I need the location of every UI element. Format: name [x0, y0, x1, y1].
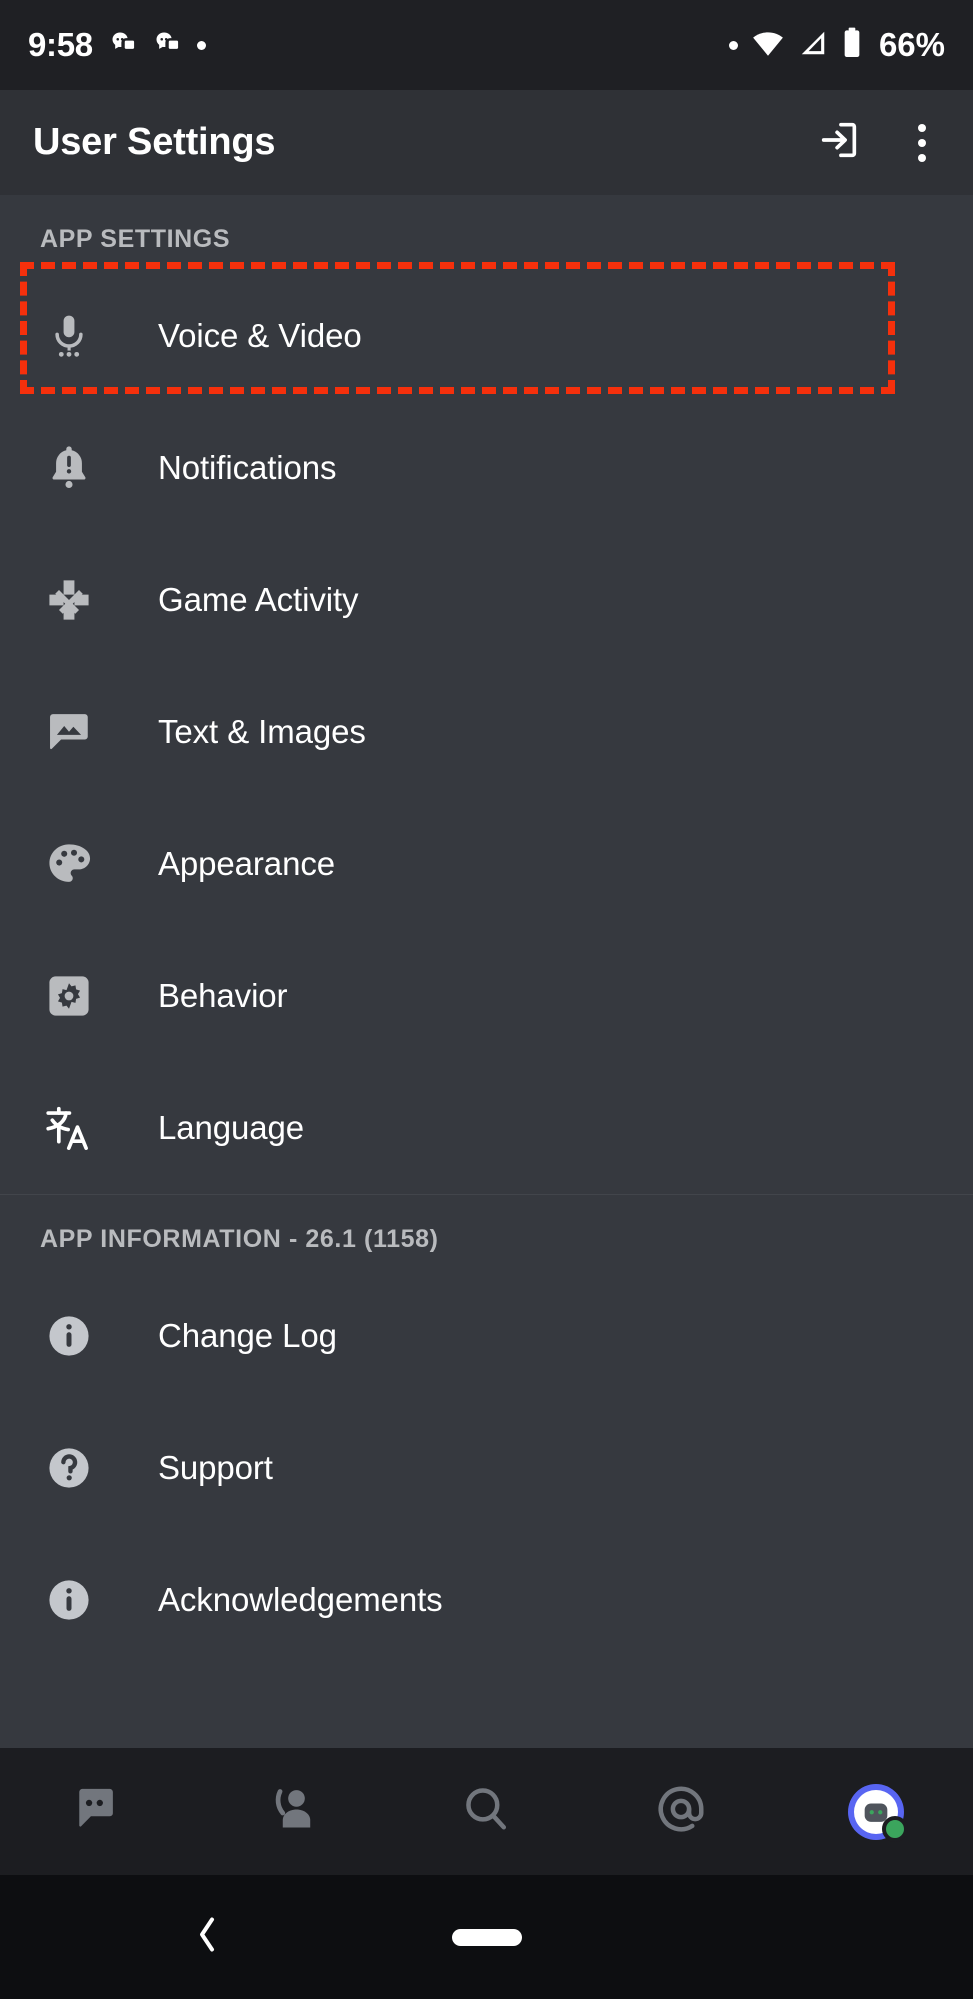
- gear-square-icon: [40, 967, 98, 1025]
- page-title: User Settings: [33, 121, 276, 163]
- settings-row-change-log[interactable]: Change Log: [0, 1270, 973, 1402]
- system-navigation-bar: [0, 1875, 973, 1999]
- settings-row-label: Notifications: [158, 449, 337, 486]
- bell-alert-icon: [40, 439, 98, 497]
- search-icon: [459, 1782, 513, 1841]
- cellular-signal-icon: [798, 28, 828, 63]
- status-bar: 9:58 66%: [0, 0, 973, 90]
- mention-at-icon: [654, 1782, 708, 1841]
- palette-icon: [40, 835, 98, 893]
- back-chevron-icon[interactable]: [193, 1911, 221, 1964]
- settings-row-voice-video[interactable]: Voice & Video: [0, 270, 973, 402]
- bottom-navigation-bar: [0, 1748, 973, 1875]
- chat-image-icon: [40, 703, 98, 761]
- settings-row-label: Language: [158, 1109, 305, 1146]
- status-bar-left: 9:58: [28, 26, 206, 64]
- online-status-indicator: [881, 1815, 908, 1842]
- app-bar-actions: [816, 116, 940, 170]
- wifi-icon: [751, 26, 785, 65]
- friends-icon: [265, 1782, 319, 1841]
- log-out-icon[interactable]: [816, 117, 862, 168]
- discord-logo-icon: [69, 1781, 125, 1842]
- home-pill-icon[interactable]: [451, 1929, 522, 1946]
- settings-row-text-images[interactable]: Text & Images: [0, 666, 973, 798]
- settings-row-support[interactable]: Support: [0, 1402, 973, 1534]
- settings-row-label: Acknowledgements: [158, 1581, 443, 1618]
- discord-notification-icon: [153, 29, 181, 62]
- settings-row-appearance[interactable]: Appearance: [0, 798, 973, 930]
- status-bar-right: 66%: [728, 26, 945, 65]
- translate-icon: [40, 1099, 98, 1157]
- section-header-app-settings: APP SETTINGS: [40, 225, 231, 253]
- settings-row-label: Appearance: [158, 845, 335, 882]
- settings-row-label: Change Log: [158, 1317, 337, 1354]
- bottom-nav-item-servers[interactable]: [0, 1748, 195, 1875]
- settings-row-acknowledgements[interactable]: Acknowledgements: [0, 1534, 973, 1666]
- settings-row-notifications[interactable]: Notifications: [0, 402, 973, 534]
- battery-percent: 66%: [878, 26, 945, 63]
- bottom-nav-item-search[interactable]: [389, 1748, 584, 1875]
- info-circle-icon: [40, 1307, 98, 1365]
- settings-row-label: Voice & Video: [158, 317, 362, 354]
- section-header-app-information: APP INFORMATION - 26.1 (1158): [40, 1225, 439, 1253]
- settings-row-label: Support: [158, 1449, 273, 1486]
- bottom-nav-item-profile[interactable]: [778, 1748, 973, 1875]
- settings-row-label: Game Activity: [158, 581, 359, 618]
- microphone-icon: [40, 307, 98, 365]
- question-circle-icon: [40, 1439, 98, 1497]
- settings-row-label: Behavior: [158, 977, 288, 1014]
- status-bar-clock: 9:58: [28, 26, 93, 63]
- phone-screen: 9:58 66% User Settings APP SETTINGS Voic…: [0, 0, 973, 1999]
- dpad-icon: [40, 571, 98, 629]
- info-circle-icon: [40, 1571, 98, 1629]
- bottom-nav-item-mentions[interactable]: [584, 1748, 779, 1875]
- avatar: [847, 1783, 908, 1842]
- battery-icon: [841, 27, 863, 64]
- settings-row-behavior[interactable]: Behavior: [0, 930, 973, 1062]
- settings-row-game-activity[interactable]: Game Activity: [0, 534, 973, 666]
- settings-list[interactable]: APP SETTINGS Voice & Video Notifications…: [0, 195, 973, 1748]
- dot-indicator-icon: [196, 40, 206, 50]
- app-bar: User Settings: [0, 90, 973, 195]
- dot-indicator-icon: [728, 40, 738, 50]
- discord-notification-icon: [109, 29, 137, 62]
- settings-row-language[interactable]: Language: [0, 1062, 973, 1194]
- bottom-nav-item-friends[interactable]: [195, 1748, 390, 1875]
- settings-row-label: Text & Images: [158, 713, 366, 750]
- overflow-menu-icon[interactable]: [904, 116, 940, 170]
